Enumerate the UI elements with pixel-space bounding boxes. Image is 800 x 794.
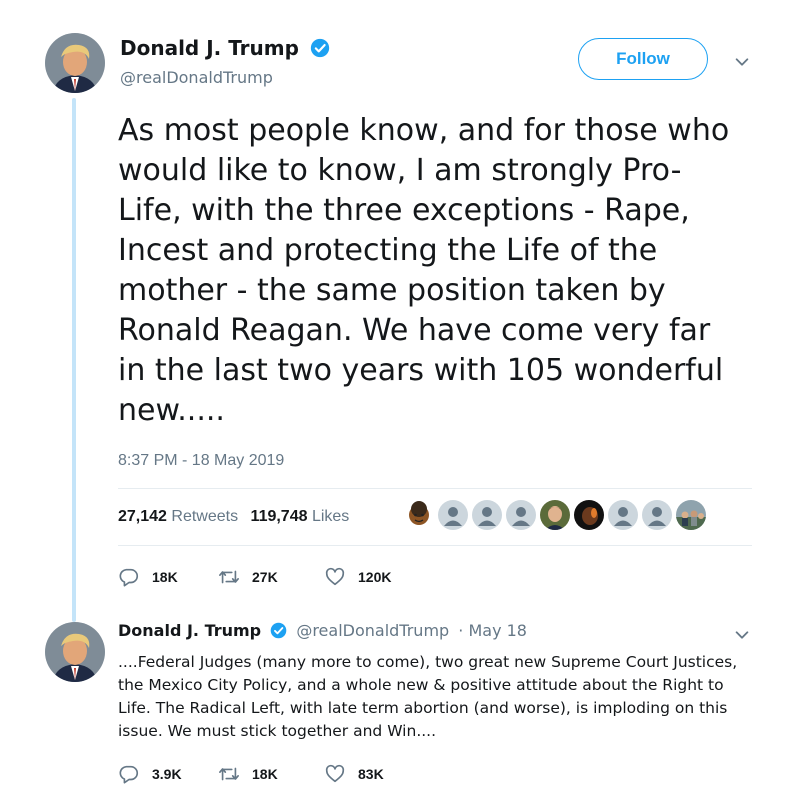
retweet-count: 27K bbox=[252, 569, 278, 585]
like-button[interactable]: 120K bbox=[324, 566, 391, 588]
reply-icon bbox=[119, 568, 139, 587]
likes-stat[interactable]: 119,748 Likes bbox=[251, 508, 350, 526]
tweet-text: As most people know, and for those who w… bbox=[118, 113, 730, 428]
likes-count: 119,748 bbox=[250, 508, 308, 525]
reply-icon bbox=[119, 765, 139, 784]
chevron-down-icon[interactable] bbox=[733, 53, 751, 71]
chevron-down-icon[interactable] bbox=[733, 626, 751, 644]
verified-badge-icon bbox=[270, 622, 287, 643]
author-name[interactable]: Donald J. Trump bbox=[120, 36, 299, 60]
heart-icon bbox=[325, 567, 345, 586]
retweet-button[interactable]: 18K bbox=[218, 763, 278, 785]
retweet-count: 18K bbox=[252, 766, 278, 782]
reply-tweet-text: ....Federal Judges (many more to come), … bbox=[118, 653, 738, 740]
like-button[interactable]: 83K bbox=[324, 763, 384, 785]
retweet-icon bbox=[219, 767, 239, 781]
reply-author-handle[interactable]: @realDonaldTrump bbox=[296, 621, 449, 640]
retweets-label: Retweets bbox=[171, 508, 239, 525]
reply-count: 3.9K bbox=[152, 766, 182, 782]
liker-avatar[interactable] bbox=[540, 500, 570, 530]
reply-author-avatar[interactable] bbox=[45, 622, 105, 682]
author-handle[interactable]: @realDonaldTrump bbox=[120, 68, 273, 87]
liker-avatar[interactable] bbox=[608, 500, 638, 530]
reply-button[interactable]: 3.9K bbox=[118, 763, 182, 785]
author-name-row[interactable]: Donald J. Trump bbox=[120, 36, 330, 63]
reply-count: 18K bbox=[152, 569, 178, 585]
retweets-stat[interactable]: 27,142 Retweets bbox=[118, 508, 238, 526]
retweets-count: 27,142 bbox=[118, 508, 167, 525]
liker-avatar[interactable] bbox=[472, 500, 502, 530]
heart-icon bbox=[325, 764, 345, 783]
thread-connector-line bbox=[72, 98, 76, 622]
liker-avatar[interactable] bbox=[676, 500, 706, 530]
reply-date[interactable]: · May 18 bbox=[458, 621, 527, 640]
liker-avatar[interactable] bbox=[438, 500, 468, 530]
author-avatar[interactable] bbox=[45, 33, 105, 93]
divider bbox=[118, 545, 752, 546]
like-count: 120K bbox=[358, 569, 392, 585]
liker-avatar[interactable] bbox=[642, 500, 672, 530]
follow-button[interactable]: Follow bbox=[578, 38, 708, 80]
reply-button[interactable]: 18K bbox=[118, 566, 178, 588]
reply-author-name[interactable]: Donald J. Trump bbox=[118, 621, 261, 640]
retweet-icon bbox=[219, 570, 239, 584]
verified-badge-icon bbox=[310, 38, 330, 63]
liker-avatar[interactable] bbox=[506, 500, 536, 530]
tweet-timestamp[interactable]: 8:37 PM - 18 May 2019 bbox=[118, 452, 284, 470]
liker-avatar[interactable] bbox=[404, 500, 434, 530]
reply-header: Donald J. Trump @realDonaldTrump · May 1… bbox=[118, 621, 527, 643]
like-count: 83K bbox=[358, 766, 384, 782]
divider bbox=[118, 488, 752, 489]
likes-label: Likes bbox=[311, 508, 350, 525]
tweet-stats: 27,142 Retweets 119,748 Likes bbox=[118, 508, 357, 526]
retweet-button[interactable]: 27K bbox=[218, 566, 278, 588]
liker-avatar[interactable] bbox=[574, 500, 604, 530]
